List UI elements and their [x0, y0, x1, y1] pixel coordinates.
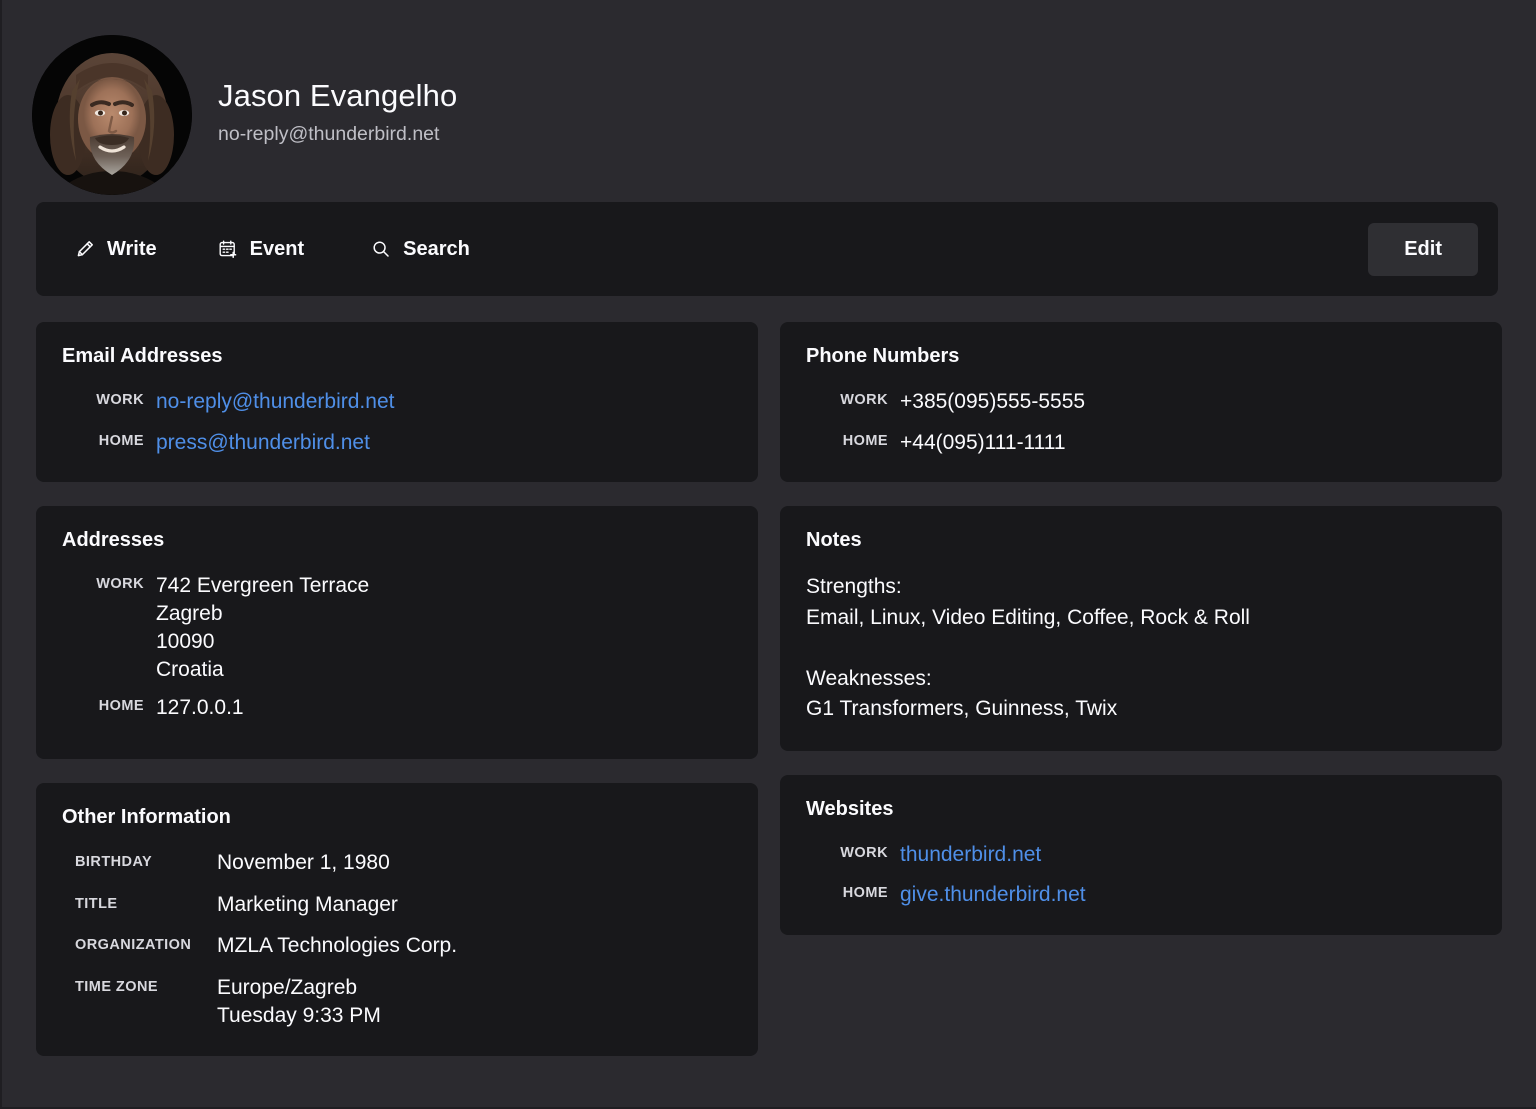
email-row-label: WORK: [62, 388, 144, 408]
search-button-label: Search: [403, 239, 470, 259]
card-title-phone-numbers: Phone Numbers: [806, 344, 1476, 368]
phone-row: WORK +385(095)555-5555: [806, 388, 1476, 416]
card-addresses: Addresses WORK 742 Evergreen Terrace Zag…: [36, 506, 758, 759]
contact-primary-email: no-reply@thunderbird.net: [218, 123, 457, 146]
details-grid: Email Addresses WORK no-reply@thunderbir…: [2, 296, 1536, 1056]
left-column: Email Addresses WORK no-reply@thunderbir…: [36, 322, 758, 1056]
card-title-notes: Notes: [806, 528, 1476, 552]
card-other-information: Other Information BIRTHDAY November 1, 1…: [36, 783, 758, 1056]
other-info-label: BIRTHDAY: [62, 849, 217, 870]
email-row-value[interactable]: press@thunderbird.net: [156, 429, 370, 457]
phone-row: HOME +44(095)111-1111: [806, 429, 1476, 457]
other-info-value: Europe/Zagreb Tuesday 9:33 PM: [217, 974, 381, 1029]
phone-row-label: HOME: [806, 429, 888, 449]
notes-body: Strengths: Email, Linux, Video Editing, …: [806, 572, 1476, 724]
card-title-other-information: Other Information: [62, 805, 732, 829]
toolbar-actions: Write Event: [60, 229, 484, 269]
other-info-row: TITLE Marketing Manager: [62, 891, 732, 919]
contact-name: Jason Evangelho: [218, 77, 457, 116]
edit-button[interactable]: Edit: [1368, 223, 1478, 276]
other-info-row: ORGANIZATION MZLA Technologies Corp.: [62, 932, 732, 960]
card-notes: Notes Strengths: Email, Linux, Video Edi…: [780, 506, 1502, 750]
email-row-label: HOME: [62, 429, 144, 449]
address-row: WORK 742 Evergreen Terrace Zagreb 10090 …: [62, 572, 732, 683]
website-row: HOME give.thunderbird.net: [806, 881, 1476, 909]
email-row: HOME press@thunderbird.net: [62, 429, 732, 457]
other-info-label: TIME ZONE: [62, 974, 217, 995]
calendar-plus-icon: [217, 238, 239, 260]
other-info-row: TIME ZONE Europe/Zagreb Tuesday 9:33 PM: [62, 974, 732, 1029]
address-row-label: HOME: [62, 694, 144, 714]
website-row-label: HOME: [806, 881, 888, 901]
phone-row-value: +44(095)111-1111: [900, 429, 1066, 457]
contact-photo-avatar: [32, 35, 192, 195]
event-button-label: Event: [250, 239, 304, 259]
search-button[interactable]: Search: [356, 229, 484, 269]
write-button[interactable]: Write: [60, 229, 171, 269]
search-icon: [370, 238, 392, 260]
card-phone-numbers: Phone Numbers WORK +385(095)555-5555 HOM…: [780, 322, 1502, 482]
card-title-websites: Websites: [806, 797, 1476, 821]
contact-header: Jason Evangelho no-reply@thunderbird.net: [2, 0, 1536, 202]
identity-block: Jason Evangelho no-reply@thunderbird.net: [218, 77, 457, 152]
website-row-value[interactable]: give.thunderbird.net: [900, 881, 1086, 909]
website-row: WORK thunderbird.net: [806, 841, 1476, 869]
phone-row-value: +385(095)555-5555: [900, 388, 1085, 416]
write-button-label: Write: [107, 239, 157, 259]
card-websites: Websites WORK thunderbird.net HOME give.…: [780, 775, 1502, 935]
card-title-addresses: Addresses: [62, 528, 732, 552]
pencil-icon: [74, 238, 96, 260]
card-email-addresses: Email Addresses WORK no-reply@thunderbir…: [36, 322, 758, 482]
right-column: Phone Numbers WORK +385(095)555-5555 HOM…: [780, 322, 1502, 935]
action-toolbar: Write Event: [36, 202, 1498, 296]
website-row-label: WORK: [806, 841, 888, 861]
other-info-value: Marketing Manager: [217, 891, 398, 919]
other-info-value: November 1, 1980: [217, 849, 390, 877]
other-info-row: BIRTHDAY November 1, 1980: [62, 849, 732, 877]
address-row-label: WORK: [62, 572, 144, 592]
card-title-email-addresses: Email Addresses: [62, 344, 732, 368]
email-row-value[interactable]: no-reply@thunderbird.net: [156, 388, 394, 416]
email-row: WORK no-reply@thunderbird.net: [62, 388, 732, 416]
other-info-label: TITLE: [62, 891, 217, 912]
avatar: [32, 35, 192, 195]
phone-row-label: WORK: [806, 388, 888, 408]
other-info-label: ORGANIZATION: [62, 932, 217, 953]
address-row-value: 127.0.0.1: [156, 694, 244, 722]
other-info-value: MZLA Technologies Corp.: [217, 932, 457, 960]
event-button[interactable]: Event: [203, 229, 318, 269]
website-row-value[interactable]: thunderbird.net: [900, 841, 1041, 869]
address-row: HOME 127.0.0.1: [62, 694, 732, 722]
address-row-value: 742 Evergreen Terrace Zagreb 10090 Croat…: [156, 572, 369, 683]
